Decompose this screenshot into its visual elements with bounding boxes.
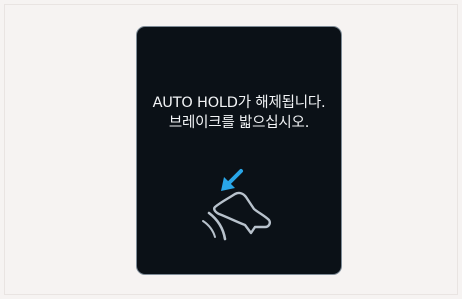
message-line-1: AUTO HOLD가 해제됩니다.	[152, 95, 326, 111]
shoe-icon	[213, 191, 271, 235]
pedal-arc-small-icon	[202, 220, 216, 238]
cluster-display: AUTO HOLD가 해제됩니다. 브레이크를 밟으십시오.	[136, 26, 342, 275]
pedal-arc-icon	[207, 211, 227, 241]
press-arrow-icon	[221, 169, 243, 191]
brake-pedal-press-icon	[202, 169, 271, 241]
auto-hold-message: AUTO HOLD가 해제됩니다. 브레이크를 밟으십시오.	[137, 93, 341, 133]
message-line-2: 브레이크를 밟으십시오.	[168, 115, 310, 131]
